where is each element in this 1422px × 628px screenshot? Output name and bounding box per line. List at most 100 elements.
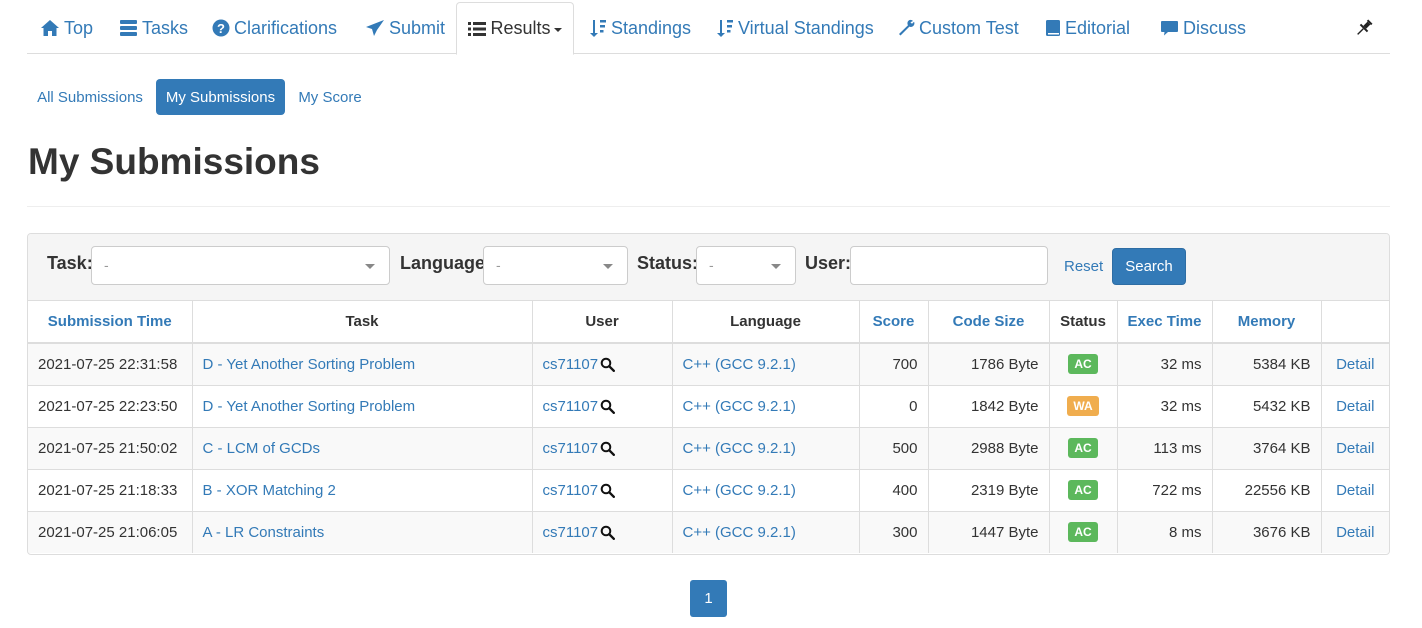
list-icon (468, 21, 487, 36)
user-link[interactable]: cs71107 (543, 356, 599, 373)
user-input[interactable] (850, 246, 1048, 285)
nav-submit[interactable]: Submit (365, 2, 445, 54)
nav-editorial[interactable]: Editorial (1045, 2, 1130, 54)
col-memory[interactable]: Memory (1212, 301, 1322, 344)
nav-custom-test[interactable]: Custom Test (897, 2, 1019, 54)
user-link[interactable]: cs71107 (543, 440, 599, 457)
page-button-current[interactable]: 1 (690, 580, 727, 617)
col-submission-time[interactable]: Submission Time (28, 301, 193, 344)
reset-link[interactable]: Reset (1064, 258, 1103, 275)
nav-top-label: Top (64, 17, 94, 38)
task-link[interactable]: D - Yet Another Sorting Problem (203, 356, 416, 373)
status-filter-label: Status: (637, 253, 699, 273)
pill-my-submissions[interactable]: My Submissions (156, 79, 285, 115)
book-icon (1046, 20, 1060, 36)
user-link[interactable]: cs71107 (543, 482, 599, 499)
detail-link[interactable]: Detail (1336, 356, 1374, 373)
task-link[interactable]: B - XOR Matching 2 (203, 482, 336, 499)
detail-link[interactable]: Detail (1336, 398, 1374, 415)
nav-discuss[interactable]: Discuss (1160, 2, 1246, 54)
task-select[interactable]: - (91, 246, 390, 285)
nav-editorial-label: Editorial (1065, 17, 1131, 38)
detail-link[interactable]: Detail (1336, 482, 1374, 499)
memory: 3764 KB (1212, 426, 1322, 469)
col-user: User (532, 301, 673, 344)
user-filter-label: User: (805, 253, 852, 273)
comment-icon (1161, 21, 1178, 36)
status-select-value: - (709, 257, 714, 273)
col-score[interactable]: Score (859, 301, 929, 344)
memory: 5384 KB (1212, 342, 1322, 385)
nav-virtual-standings[interactable]: Virtual Standings (716, 2, 874, 54)
score: 700 (859, 342, 929, 385)
submission-time: 2021-07-25 22:31:58 (28, 342, 193, 385)
search-button[interactable]: Search (1112, 248, 1186, 285)
nav-tasks-label: Tasks (142, 17, 189, 38)
detail-link[interactable]: Detail (1336, 440, 1374, 457)
memory: 3676 KB (1212, 510, 1322, 553)
score: 400 (859, 468, 929, 511)
exec-time: 113 ms (1117, 426, 1213, 469)
nav-clarifications[interactable]: ? Clarifications (212, 2, 337, 54)
table-row: 2021-07-25 21:50:02 C - LCM of GCDs cs7110… (28, 426, 1389, 469)
col-status: Status (1049, 301, 1118, 344)
pill-all-submissions[interactable]: All Submissions (28, 79, 152, 115)
language-link[interactable]: C++ (GCC 9.2.1) (683, 398, 796, 415)
user-link[interactable]: cs71107 (543, 398, 599, 415)
language-select[interactable]: - (483, 246, 628, 285)
language-link[interactable]: C++ (GCC 9.2.1) (683, 482, 796, 499)
language-filter-label: Language: (400, 253, 492, 273)
exec-time: 32 ms (1117, 384, 1213, 427)
code-size: 2988 Byte (928, 426, 1050, 469)
col-exec-time[interactable]: Exec Time (1117, 301, 1213, 344)
table-row: 2021-07-25 21:06:05 A - LR Constraints cs7… (28, 510, 1389, 553)
pill-my-score[interactable]: My Score (289, 79, 371, 115)
top-nav: Top Tasks ? Clarifications Submit Result… (27, 2, 1390, 55)
nav-standings-label: Standings (611, 17, 692, 38)
pin-button[interactable] (1354, 2, 1378, 54)
status-badge: AC (1068, 522, 1098, 543)
table-row: 2021-07-25 22:23:50 D - Yet Another Sorti… (28, 384, 1389, 427)
nav-custom-test-label: Custom Test (919, 17, 1019, 38)
nav-top[interactable]: Top (40, 2, 93, 54)
code-size: 1447 Byte (928, 510, 1050, 553)
nav-virtual-standings-label: Virtual Standings (738, 17, 874, 38)
status-badge: WA (1067, 396, 1099, 416)
language-link[interactable]: C++ (GCC 9.2.1) (683, 356, 796, 373)
memory: 5432 KB (1212, 384, 1322, 427)
task-link[interactable]: C - LCM of GCDs (203, 440, 321, 457)
exec-time: 722 ms (1117, 468, 1213, 511)
language-select-value: - (496, 257, 501, 273)
search-icon[interactable] (600, 525, 616, 540)
home-icon (41, 20, 59, 36)
wrench-icon (899, 19, 915, 36)
col-code-size[interactable]: Code Size (928, 301, 1050, 344)
nav-results[interactable]: Results (456, 2, 574, 55)
task-link[interactable]: A - LR Constraints (203, 524, 325, 541)
detail-link[interactable]: Detail (1336, 524, 1374, 541)
task-filter-label: Task: (47, 253, 93, 273)
col-language: Language (672, 301, 860, 344)
search-icon[interactable] (600, 483, 616, 498)
chevron-down-icon (365, 264, 375, 269)
submission-time: 2021-07-25 21:50:02 (28, 426, 193, 469)
language-link[interactable]: C++ (GCC 9.2.1) (683, 440, 796, 457)
search-icon[interactable] (600, 441, 616, 456)
sort-icon (717, 20, 733, 37)
nav-tasks[interactable]: Tasks (119, 2, 188, 54)
search-icon[interactable] (600, 357, 616, 372)
code-size: 1786 Byte (928, 342, 1050, 385)
task-link[interactable]: D - Yet Another Sorting Problem (203, 398, 416, 415)
code-size: 2319 Byte (928, 468, 1050, 511)
status-select[interactable]: - (696, 246, 796, 285)
memory: 22556 KB (1212, 468, 1322, 511)
language-link[interactable]: C++ (GCC 9.2.1) (683, 524, 796, 541)
nav-standings[interactable]: Standings (589, 2, 691, 54)
exec-time: 32 ms (1117, 342, 1213, 385)
submission-time: 2021-07-25 21:06:05 (28, 510, 193, 553)
nav-discuss-label: Discuss (1183, 17, 1247, 38)
nav-clarifications-label: Clarifications (234, 17, 338, 38)
nav-results-label: Results (490, 18, 551, 38)
user-link[interactable]: cs71107 (543, 524, 599, 541)
search-icon[interactable] (600, 399, 616, 414)
